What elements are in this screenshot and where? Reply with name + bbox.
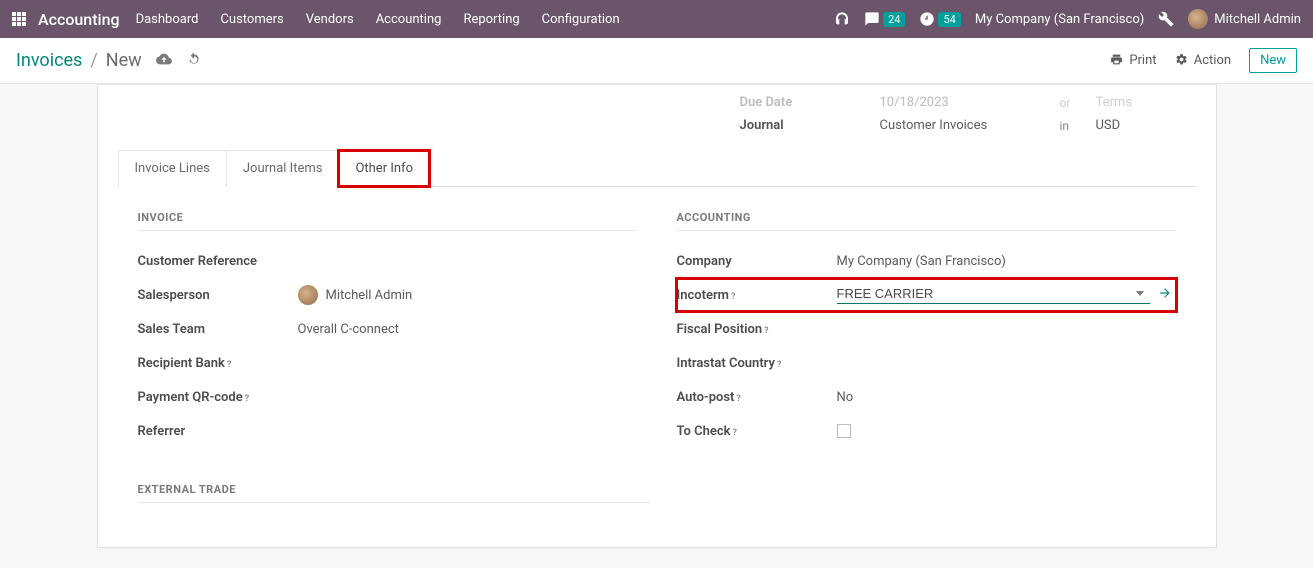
incoterm-input[interactable] xyxy=(837,286,1130,301)
print-button[interactable]: Print xyxy=(1110,53,1156,68)
due-date-label: Due Date xyxy=(740,95,880,110)
user-name: Mitchell Admin xyxy=(1214,12,1301,27)
tab-invoice-lines[interactable]: Invoice Lines xyxy=(118,150,226,187)
navbar: Accounting Dashboard Customers Vendors A… xyxy=(0,0,1313,38)
avatar-icon xyxy=(1188,9,1208,29)
messages-badge: 24 xyxy=(883,12,905,27)
accounting-section: ACCOUNTING Company My Company (San Franc… xyxy=(677,211,1176,449)
intrastat-country-label: Intrastat Country? xyxy=(677,356,837,371)
auto-post-label: Auto-post? xyxy=(677,390,837,405)
menu-dashboard[interactable]: Dashboard xyxy=(136,12,199,27)
breadcrumb-root[interactable]: Invoices xyxy=(16,50,82,71)
journal-in-label: in xyxy=(1060,119,1096,133)
journal-label: Journal xyxy=(740,118,880,133)
menu-reporting[interactable]: Reporting xyxy=(463,12,519,27)
referrer-label: Referrer xyxy=(138,424,298,439)
company-field[interactable]: My Company (San Francisco) xyxy=(837,254,1176,269)
action-button[interactable]: Action xyxy=(1175,53,1232,68)
support-icon[interactable] xyxy=(834,11,850,27)
new-button[interactable]: New xyxy=(1249,48,1297,73)
activities-icon[interactable]: 54 xyxy=(919,11,960,27)
incoterm-field[interactable] xyxy=(837,286,1150,304)
save-cloud-icon[interactable] xyxy=(156,51,172,71)
app-brand[interactable]: Accounting xyxy=(38,10,120,29)
journal-currency[interactable]: USD xyxy=(1096,118,1176,133)
menu-configuration[interactable]: Configuration xyxy=(542,12,620,27)
customer-ref-label: Customer Reference xyxy=(138,254,298,269)
due-terms-value[interactable]: Terms xyxy=(1096,95,1176,110)
menu-vendors[interactable]: Vendors xyxy=(306,12,354,27)
invoice-section-title: INVOICE xyxy=(138,211,637,231)
breadcrumb: Invoices / New xyxy=(16,50,142,71)
journal-value[interactable]: Customer Invoices xyxy=(880,118,1060,133)
chevron-down-icon[interactable] xyxy=(1136,291,1144,296)
incoterm-external-link-icon[interactable] xyxy=(1158,286,1172,304)
salesperson-label: Salesperson xyxy=(138,288,298,303)
to-check-checkbox[interactable] xyxy=(837,424,851,438)
breadcrumb-separator: / xyxy=(90,50,97,71)
invoice-section: INVOICE Customer Reference Salesperson M… xyxy=(138,211,637,449)
control-bar: Invoices / New Print Action New xyxy=(0,38,1313,84)
print-icon xyxy=(1110,53,1123,66)
salesperson-field[interactable]: Mitchell Admin xyxy=(298,285,637,305)
header-fields: Due Date 10/18/2023 or Terms Journal Cus… xyxy=(98,85,1216,139)
user-menu[interactable]: Mitchell Admin xyxy=(1188,9,1301,29)
external-trade-title: EXTERNAL TRADE xyxy=(138,483,651,503)
tab-journal-items[interactable]: Journal Items xyxy=(226,150,339,187)
tab-other-info[interactable]: Other Info xyxy=(338,150,430,187)
messages-icon[interactable]: 24 xyxy=(864,11,905,27)
activities-badge: 54 xyxy=(938,12,960,27)
due-or-label: or xyxy=(1060,96,1096,110)
recipient-bank-label: Recipient Bank? xyxy=(138,356,298,371)
navbar-right: 24 54 My Company (San Francisco) Mitchel… xyxy=(834,9,1301,29)
sales-team-label: Sales Team xyxy=(138,322,298,337)
main-menu: Dashboard Customers Vendors Accounting R… xyxy=(136,12,620,27)
gear-icon xyxy=(1175,53,1188,66)
discard-icon[interactable] xyxy=(186,51,202,71)
menu-accounting[interactable]: Accounting xyxy=(376,12,442,27)
menu-customers[interactable]: Customers xyxy=(220,12,283,27)
salesperson-value: Mitchell Admin xyxy=(326,288,413,303)
due-date-value[interactable]: 10/18/2023 xyxy=(880,95,1060,110)
debug-icon[interactable] xyxy=(1158,11,1174,27)
form-sheet: Due Date 10/18/2023 or Terms Journal Cus… xyxy=(97,84,1217,548)
apps-icon[interactable] xyxy=(12,12,26,26)
company-switcher[interactable]: My Company (San Francisco) xyxy=(975,12,1144,27)
accounting-section-title: ACCOUNTING xyxy=(677,211,1176,231)
tabs: Invoice Lines Journal Items Other Info xyxy=(118,149,1196,187)
payment-qr-label: Payment QR-code? xyxy=(138,390,298,405)
to-check-label: To Check? xyxy=(677,424,837,439)
auto-post-field[interactable]: No xyxy=(837,390,1176,405)
breadcrumb-current: New xyxy=(106,50,142,71)
sales-team-field[interactable]: Overall C-connect xyxy=(298,322,637,337)
incoterm-label: Incoterm? xyxy=(677,288,837,303)
salesperson-avatar-icon xyxy=(298,285,318,305)
external-trade-section: EXTERNAL TRADE xyxy=(98,483,691,503)
fiscal-position-label: Fiscal Position? xyxy=(677,322,837,337)
company-label: Company xyxy=(677,254,837,269)
